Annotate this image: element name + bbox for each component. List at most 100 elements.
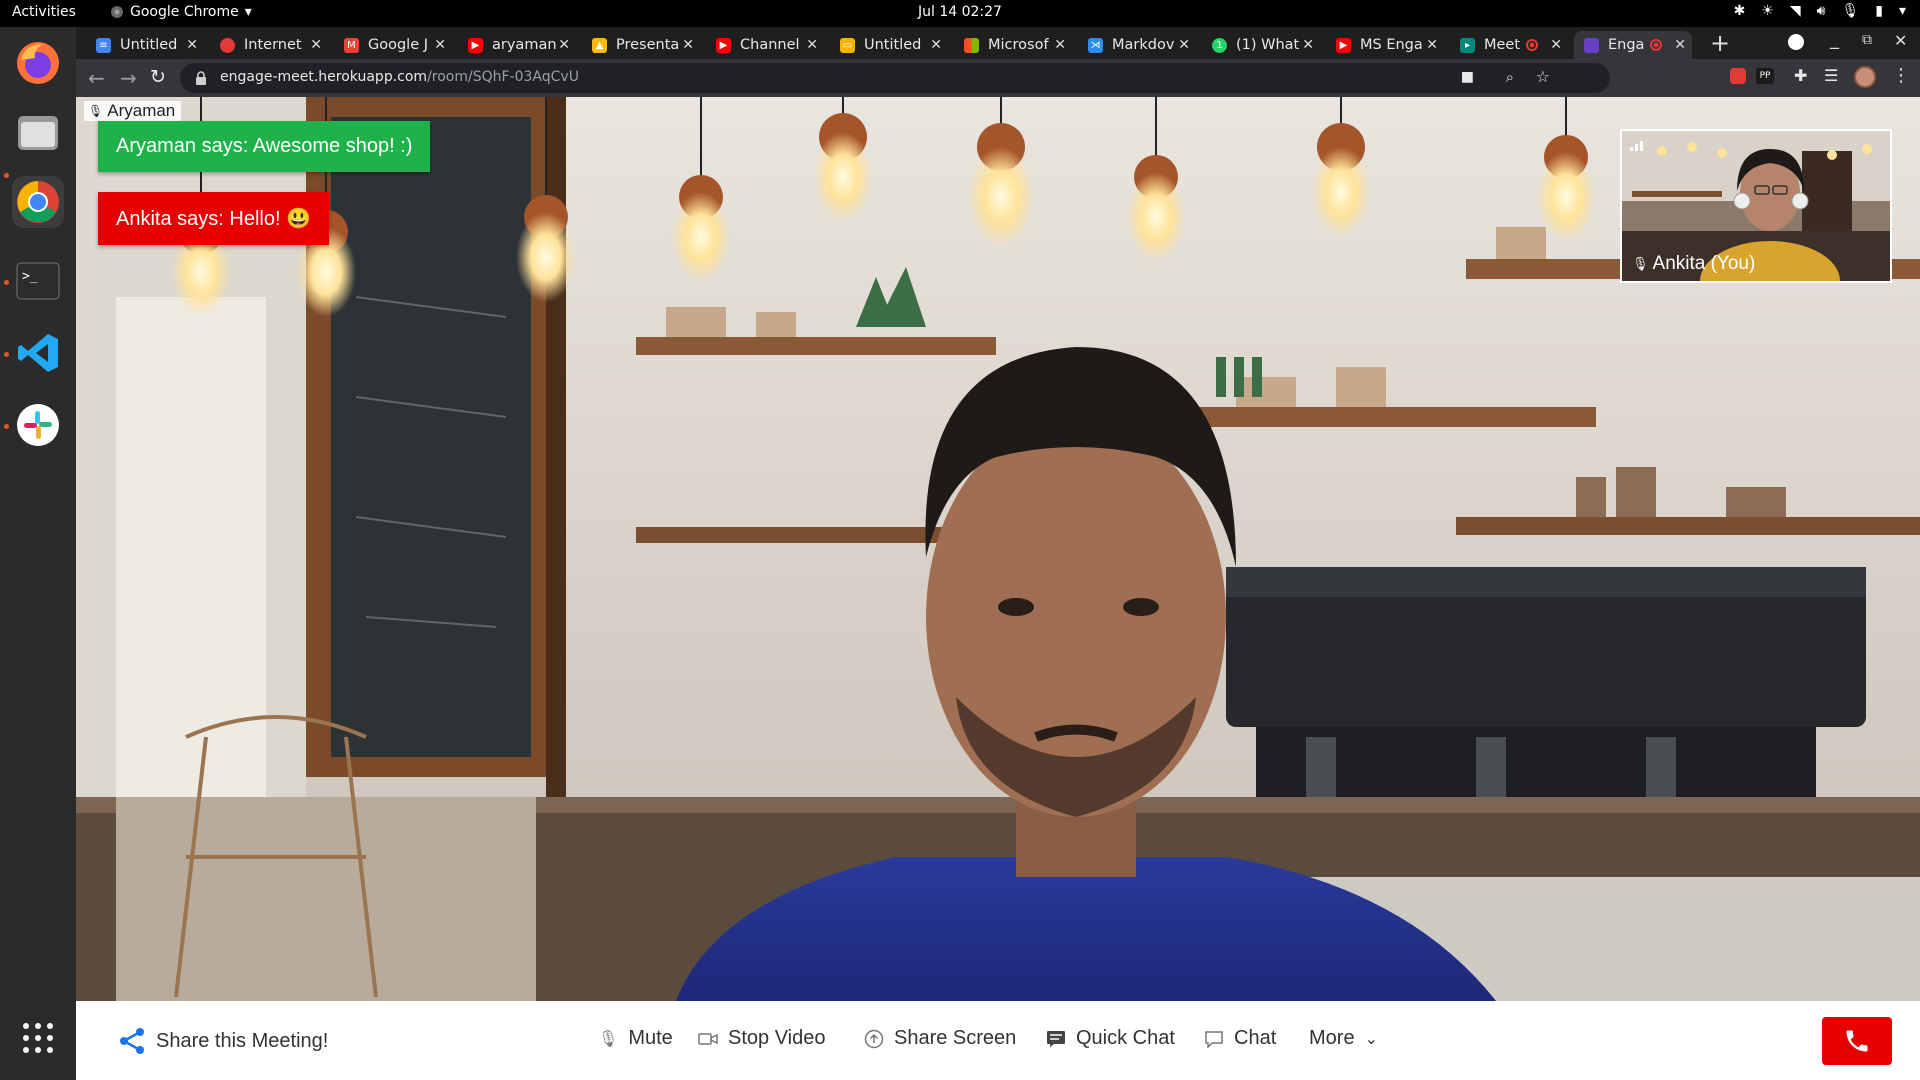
reading-list-icon[interactable]: ☰: [1824, 66, 1838, 85]
self-video-tile[interactable]: 🎙︎ Ankita (You): [1620, 129, 1892, 283]
share-screen-button[interactable]: Share Screen: [864, 1027, 1016, 1050]
close-icon[interactable]: ✕: [1550, 37, 1562, 53]
dock: >_: [0, 27, 76, 1080]
close-icon[interactable]: ✕: [682, 37, 694, 53]
close-icon[interactable]: ✕: [1054, 37, 1066, 53]
battery-icon[interactable]: ▮: [1875, 3, 1883, 19]
phone-icon: [1846, 1030, 1868, 1052]
close-icon[interactable]: ✕: [1302, 37, 1314, 53]
more-button[interactable]: More ⌄: [1309, 1027, 1378, 1050]
message-icon: [1047, 1030, 1065, 1047]
minimize-button[interactable]: _: [1830, 29, 1839, 50]
end-call-button[interactable]: [1822, 1017, 1892, 1065]
signal-bars-icon: [1630, 139, 1644, 151]
tab-11[interactable]: ▸ Meet ✕: [1450, 31, 1568, 59]
youtube-icon: ▶: [1336, 37, 1351, 53]
mute-button[interactable]: 🎙︎ Mute: [598, 1027, 673, 1050]
lock-icon[interactable]: [196, 70, 206, 85]
close-icon[interactable]: ✕: [1178, 37, 1190, 53]
tab-12[interactable]: Enga ✕: [1574, 31, 1692, 59]
extensions-puzzle-icon[interactable]: ✚: [1794, 66, 1807, 85]
url-text[interactable]: engage-meet.herokuapp.com/room/SQhF-03Aq…: [220, 69, 579, 85]
tab-3[interactable]: ▶ aryaman ✕: [458, 31, 576, 59]
terminal-icon[interactable]: >_: [12, 255, 64, 307]
share-icon: [120, 1028, 144, 1054]
back-icon[interactable]: ←: [88, 66, 105, 90]
tab-6[interactable]: ▭ Untitled ✕: [830, 31, 948, 59]
close-icon[interactable]: ✕: [930, 37, 942, 53]
vscode-icon[interactable]: [12, 327, 64, 379]
tab-0[interactable]: ≡ Untitled ✕: [86, 31, 204, 59]
wifi-icon[interactable]: ◥: [1790, 3, 1801, 19]
microphone-icon[interactable]: 🎙︎: [1841, 3, 1859, 19]
tab-5[interactable]: ▶ Channel ✕: [706, 31, 824, 59]
reload-icon[interactable]: ↻: [150, 66, 166, 88]
files-icon[interactable]: [12, 107, 64, 159]
close-icon[interactable]: ✕: [1674, 37, 1686, 53]
share-meeting-button[interactable]: Share this Meeting!: [118, 1027, 328, 1055]
microphone-icon: 🎙︎: [598, 1030, 619, 1048]
chevron-down-icon[interactable]: ▾: [1899, 3, 1906, 19]
restore-button[interactable]: ⧉: [1862, 32, 1872, 48]
chrome-icon[interactable]: [12, 176, 64, 228]
firefox-icon[interactable]: [12, 37, 64, 89]
tab-10[interactable]: ▶ MS Enga ✕: [1326, 31, 1444, 59]
close-icon[interactable]: ✕: [558, 37, 570, 53]
microphone-icon: 🎙︎: [88, 104, 104, 118]
tab-search-icon[interactable]: [1788, 34, 1804, 50]
remote-name-label: 🎙︎ Aryaman: [84, 101, 182, 121]
main-video-area: 🎙︎ Aryaman Aryaman says: Awesome shop! :…: [76, 97, 1920, 1001]
extension-pp-icon[interactable]: PP: [1756, 68, 1774, 84]
whatsapp-icon: 1: [1212, 37, 1227, 53]
new-tab-button[interactable]: +: [1710, 29, 1730, 57]
show-apps-icon[interactable]: [12, 1012, 64, 1064]
close-icon[interactable]: ✕: [186, 37, 198, 53]
tab-8[interactable]: ⋊ Markdov ✕: [1078, 31, 1196, 59]
extension-icon[interactable]: ✱: [1734, 3, 1746, 19]
chevron-down-icon: ⌄: [1364, 1030, 1378, 1048]
tab-1[interactable]: Internet ✕: [210, 31, 328, 59]
chat-button[interactable]: Chat: [1204, 1027, 1276, 1050]
brightness-icon[interactable]: ☀: [1761, 3, 1774, 19]
youtube-icon: ▶: [716, 37, 731, 53]
chat-toast-aryaman: Aryaman says: Awesome shop! :): [98, 121, 431, 172]
tab-7[interactable]: Microsof ✕: [954, 31, 1072, 59]
tab-strip: ≡ Untitled ✕ Internet ✕ M Google J ✕ ▶ aryaman…: [76, 27, 1920, 59]
drive-icon: ▲: [592, 37, 607, 53]
slides-icon: ▭: [840, 37, 855, 53]
bookmark-star-icon[interactable]: ☆: [1536, 67, 1550, 86]
volume-icon[interactable]: 🔊︎: [1817, 3, 1826, 19]
tab-4[interactable]: ▲ Presenta ✕: [582, 31, 700, 59]
video-camera-icon: [698, 1032, 718, 1045]
engage-icon: [1584, 37, 1599, 53]
close-icon[interactable]: ✕: [806, 37, 818, 53]
gmail-icon: M: [344, 37, 359, 53]
menu-dots-icon[interactable]: ⋮: [1892, 65, 1910, 86]
browser-toolbar: ← → ↻ engage-meet.herokuapp.com/room/SQh…: [76, 59, 1920, 97]
youtube-icon: ▶: [468, 37, 483, 53]
upload-icon: [864, 1029, 884, 1048]
chat-bubble-icon: [1205, 1030, 1223, 1048]
close-icon[interactable]: ✕: [434, 37, 446, 53]
camera-in-use-icon[interactable]: ■: [1461, 69, 1474, 85]
chat-toast-ankita: Ankita says: Hello! 😃: [98, 192, 329, 245]
system-tray[interactable]: ✱ ☀ ◥ 🔊︎ 🎙︎ ▮ ▾: [1734, 3, 1906, 19]
clock[interactable]: Jul 14 02:27: [0, 4, 1920, 20]
close-icon[interactable]: ✕: [310, 37, 322, 53]
extension-red-icon[interactable]: [1730, 68, 1746, 84]
zoom-icon[interactable]: ⌕: [1506, 68, 1514, 86]
recording-icon: [1650, 39, 1662, 51]
meet-icon: ▸: [1460, 37, 1475, 53]
address-bar[interactable]: engage-meet.herokuapp.com/room/SQhF-03Aq…: [180, 63, 1610, 93]
tab-9[interactable]: 1 (1) What ✕: [1202, 31, 1320, 59]
quick-chat-button[interactable]: Quick Chat: [1046, 1027, 1175, 1050]
speed-icon: [220, 37, 235, 53]
slack-icon[interactable]: [12, 399, 64, 451]
avatar[interactable]: [1854, 66, 1876, 88]
forward-icon[interactable]: →: [120, 66, 137, 90]
tab-2[interactable]: M Google J ✕: [334, 31, 452, 59]
meeting-controls: Share this Meeting! 🎙︎ Mute Stop Video S…: [76, 1001, 1920, 1080]
close-window-button[interactable]: ✕: [1894, 31, 1907, 50]
stop-video-button[interactable]: Stop Video: [698, 1027, 826, 1050]
close-icon[interactable]: ✕: [1426, 37, 1438, 53]
